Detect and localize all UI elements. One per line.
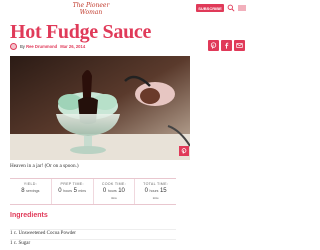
post-date: Mar 26, 2014 [60, 43, 86, 49]
prep-minutes-value: 5 [73, 188, 77, 194]
cook-hours-value: 0 [102, 188, 107, 194]
total-minutes-unit: mins [152, 196, 159, 200]
envelope-icon [236, 43, 243, 48]
pinterest-icon [181, 148, 187, 154]
menu-icon[interactable] [237, 4, 247, 12]
cook-time-label: COOK TIME: [101, 182, 126, 186]
image-pin-button[interactable] [179, 146, 189, 156]
pinterest-icon [210, 42, 217, 49]
facebook-icon [225, 42, 229, 49]
total-minutes-value: 15 [159, 188, 167, 194]
author-avatar[interactable] [10, 42, 17, 50]
prep-hours-value: 0 [58, 188, 62, 194]
yield-value: 8 [21, 188, 25, 194]
prep-hours-unit: hours [63, 189, 73, 193]
yield-info: YIELD: 8 servings [10, 179, 52, 204]
author-prefix: By [20, 43, 25, 49]
search-icon[interactable] [227, 4, 235, 12]
recipe-hero-image [10, 56, 190, 160]
prep-minutes-unit: mins [78, 189, 87, 193]
ingredient-item: 1 c. Sugar [10, 241, 31, 246]
cook-minutes-unit: mins [110, 196, 117, 200]
ingredients-heading: Ingredients [10, 212, 48, 219]
author-name[interactable]: Ree Drummond [26, 44, 57, 49]
total-hours-unit: hours [149, 189, 159, 193]
total-hours-value: 0 [144, 188, 148, 194]
yield-unit: servings [26, 189, 40, 193]
byline: By Ree Drummond Mar 26, 2014 [10, 41, 85, 51]
recipe-meta: YIELD: 8 servings PREP TIME: 0 hours 5 m… [10, 178, 176, 205]
divider [10, 229, 176, 230]
total-time-info: TOTAL TIME: 0 hours 15 mins [135, 179, 176, 204]
subscribe-button[interactable]: SUBSCRIBE [196, 4, 224, 12]
total-time-label: TOTAL TIME: [143, 182, 169, 186]
ingredient-item: 1 c. Unsweetened Cocoa Powder [10, 231, 76, 236]
image-caption: Heaven in a jar! (Or on a spoon.) [10, 163, 79, 169]
pinterest-share-button[interactable] [208, 40, 219, 51]
yield-label: YIELD: [23, 182, 37, 186]
cook-time-info: COOK TIME: 0 hours 10 mins [94, 179, 136, 204]
email-share-button[interactable] [234, 40, 245, 51]
prep-time-label: PREP TIME: [60, 182, 84, 186]
cook-hours-unit: hours [107, 189, 117, 193]
divider [10, 239, 176, 240]
facebook-share-button[interactable] [221, 40, 232, 51]
site-logo[interactable]: The Pioneer Woman [72, 2, 110, 18]
prep-time-info: PREP TIME: 0 hours 5 mins [52, 179, 94, 204]
cook-minutes-value: 10 [118, 188, 125, 194]
